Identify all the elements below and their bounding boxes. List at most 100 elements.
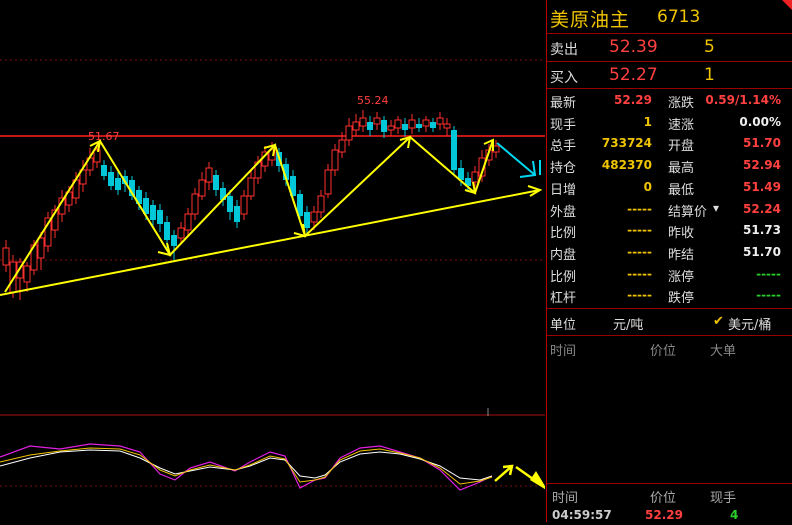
- quote-value: -----: [756, 288, 781, 303]
- candle-body: [387, 125, 395, 131]
- candle-body: [394, 119, 402, 129]
- candle-body: [205, 167, 213, 183]
- sell-price[interactable]: 52.39: [609, 37, 658, 57]
- candle-body: [451, 130, 457, 170]
- quote-row: 内盘 ----- 昨结 51.70: [547, 242, 792, 263]
- quote-value: 51.70: [743, 244, 781, 259]
- candle-body: [164, 222, 170, 240]
- projection-arrow-line: [496, 142, 536, 176]
- quote-label: 日增: [550, 182, 577, 198]
- indicator-arrow-head-filled: [530, 471, 548, 491]
- indicator-line-j: [0, 447, 493, 485]
- candle-body: [416, 124, 422, 128]
- quote-label: 比例: [550, 226, 577, 242]
- big-order-col-big: 大单: [710, 344, 737, 359]
- candlestick-chart[interactable]: 55.24 51.67: [0, 0, 548, 522]
- candle-body: [37, 237, 45, 259]
- unit-label: 单位: [550, 318, 577, 333]
- trend-annotations-group: [0, 135, 543, 296]
- unit-option-usd-per-barrel[interactable]: 美元/桶: [728, 314, 771, 333]
- quote-value: 1: [643, 114, 652, 129]
- quote-label: 跌停: [668, 291, 695, 307]
- candle-body: [317, 195, 325, 213]
- candle-body: [436, 117, 444, 125]
- candle-body: [171, 235, 177, 246]
- quote-label: 总手: [550, 139, 577, 155]
- dropdown-arrow-icon[interactable]: ▾: [713, 201, 719, 215]
- quote-value: -----: [627, 266, 652, 281]
- candle-body: [381, 120, 387, 132]
- quote-value: -----: [627, 223, 652, 238]
- divider: [547, 483, 792, 484]
- candle-body: [304, 212, 310, 228]
- tick-col-price: 价位: [650, 491, 677, 506]
- candle-body: [150, 205, 156, 220]
- check-icon: ✔: [713, 314, 724, 329]
- quote-row: 持仓 482370 最高 52.94: [547, 155, 792, 177]
- quote-value: -----: [756, 266, 781, 281]
- candle-body: [247, 177, 255, 197]
- quote-value: -----: [627, 288, 652, 303]
- quote-label: 昨结: [668, 247, 695, 263]
- kline-chart-area[interactable]: 55.24 51.67: [0, 0, 548, 522]
- quote-value: 51.49: [743, 179, 781, 194]
- quote-value: 51.70: [743, 136, 781, 151]
- zigzag-wave-line: [4, 135, 494, 293]
- quote-value: 733724: [601, 136, 652, 151]
- divider: [547, 61, 792, 62]
- quote-value: 52.94: [743, 158, 781, 173]
- tick-volume: 4: [730, 508, 739, 522]
- candle-body: [359, 117, 367, 127]
- candle-body: [402, 124, 408, 130]
- quote-label: 开盘: [668, 139, 695, 155]
- candle-body: [101, 165, 107, 176]
- quote-value: 52.29: [614, 93, 652, 107]
- tick-col-time: 时间: [552, 491, 579, 506]
- buy-volume: 1: [704, 65, 715, 85]
- quote-label: 杠杆: [550, 291, 577, 307]
- candle-body: [310, 211, 318, 223]
- candle-body: [213, 175, 219, 190]
- quote-value: 52.24: [743, 201, 781, 216]
- quote-label: 速涨: [668, 117, 695, 133]
- level-price-label: 51.67: [88, 130, 120, 143]
- quote-row: 日增 0 最低 51.49: [547, 177, 792, 198]
- quote-label: 内盘: [550, 247, 577, 263]
- quote-row: 外盘 ----- 结算价 52.24 ▾: [547, 199, 792, 220]
- quote-label: 比例: [550, 269, 577, 285]
- quote-value: -----: [627, 201, 652, 216]
- quote-label: 最新: [550, 96, 577, 111]
- divider: [547, 335, 792, 336]
- unit-selector-row: 单位 元/吨 ✔ 美元/桶: [547, 309, 792, 335]
- quote-label: 最低: [668, 182, 695, 198]
- quote-value: 0: [643, 179, 652, 194]
- candle-body: [430, 122, 436, 128]
- high-price-label: 55.24: [357, 94, 389, 107]
- candle-body: [177, 227, 185, 239]
- quote-label: 结算价: [668, 204, 708, 220]
- candles-group: [2, 110, 500, 300]
- divider: [547, 33, 792, 34]
- candle-body: [324, 169, 332, 195]
- big-order-col-price: 价位: [650, 344, 677, 359]
- quote-row: 比例 ----- 涨停 -----: [547, 264, 792, 285]
- buy-price[interactable]: 52.27: [609, 65, 658, 85]
- unit-option-yuan-per-ton[interactable]: 元/吨: [613, 314, 643, 333]
- candle-body: [93, 149, 101, 163]
- divider: [547, 88, 792, 89]
- candle-body: [191, 193, 199, 215]
- candle-body: [471, 171, 479, 183]
- candle-body: [198, 179, 206, 197]
- quote-row: 最新 52.29 涨跌 0.59/1.14%: [547, 90, 792, 111]
- quote-row: 现手 1 速涨 0.00%: [547, 112, 792, 133]
- quote-label: 昨收: [668, 226, 695, 242]
- candle-body: [227, 196, 233, 212]
- contract-code: 6713: [657, 7, 701, 27]
- quote-value: 0.00%: [739, 114, 781, 129]
- candle-body: [373, 117, 381, 125]
- candle-body: [443, 123, 451, 129]
- support-trendline: [0, 189, 541, 296]
- candle-body: [408, 119, 416, 129]
- quote-label: 最高: [668, 161, 695, 177]
- candle-body: [422, 119, 430, 127]
